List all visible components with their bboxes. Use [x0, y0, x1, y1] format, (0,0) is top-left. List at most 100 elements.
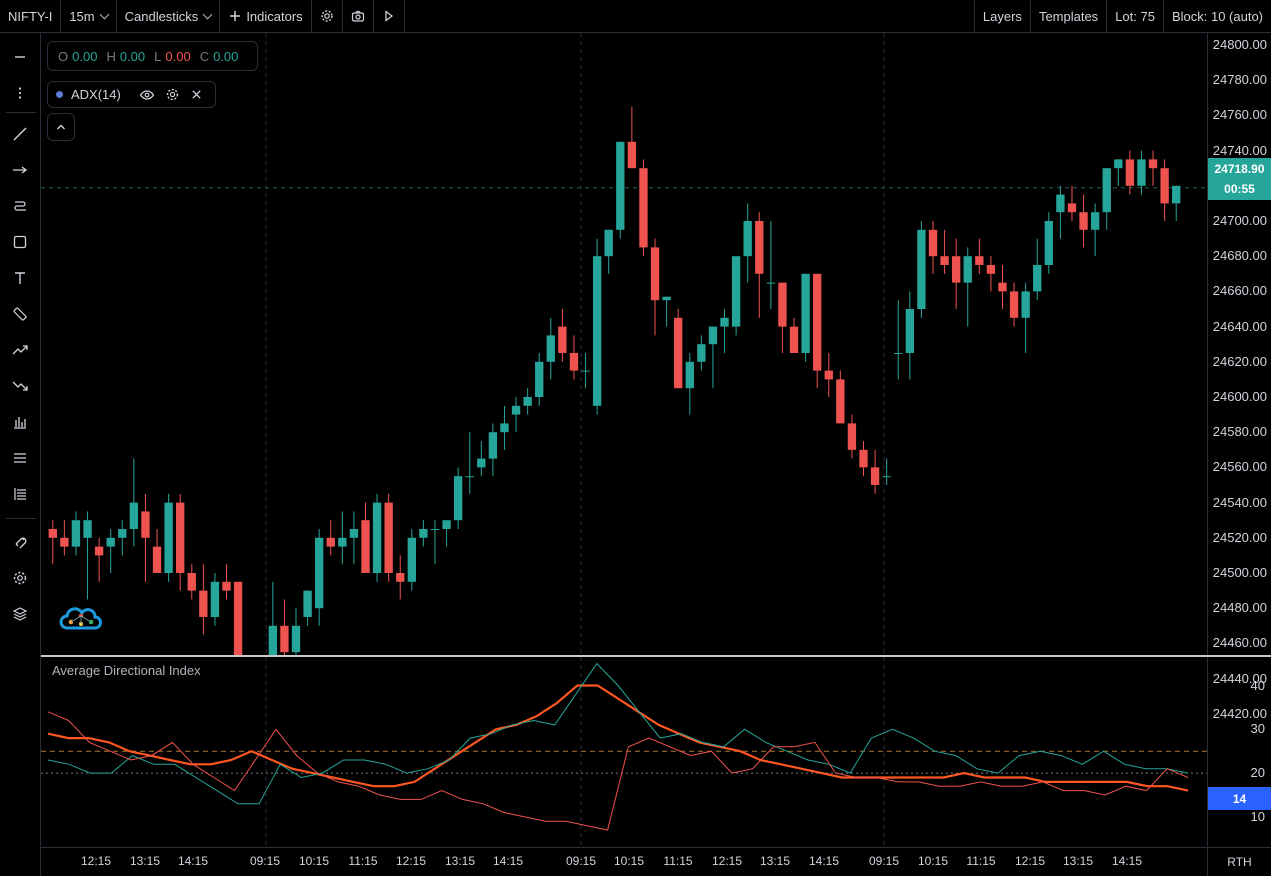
candle-body: [951, 256, 961, 283]
more-vertical-icon[interactable]: [10, 83, 30, 103]
templates-button[interactable]: Templates: [1029, 0, 1106, 32]
candle-body: [731, 256, 741, 327]
ruler-icon[interactable]: [10, 304, 30, 324]
candle-body: [187, 573, 196, 591]
indicator-legend: ADX(14): [47, 81, 216, 108]
list-icon[interactable]: [10, 484, 30, 504]
candle-body: [407, 537, 416, 582]
last-price-tag: 24718.90 00:55: [1208, 158, 1271, 200]
price-tick-label: 24780.00: [1212, 72, 1267, 88]
gear-icon[interactable]: [10, 568, 30, 588]
rectangle-icon[interactable]: [10, 232, 30, 252]
candle-body: [442, 520, 451, 529]
candle-body: [419, 529, 428, 538]
indicators-button[interactable]: Indicators: [220, 0, 312, 32]
drawing-toolbar: [0, 33, 41, 876]
candle-body: [581, 370, 590, 372]
replay-button[interactable]: [374, 0, 405, 32]
candle-body: [199, 590, 208, 617]
lot-label: Lot: 75: [1115, 8, 1155, 24]
session-toggle[interactable]: RTH: [1207, 847, 1271, 876]
last-price-value: 24718.90: [1214, 162, 1265, 176]
candle-body: [766, 282, 776, 284]
block-label: Block: 10 (auto): [1171, 8, 1263, 24]
trend-up-icon[interactable]: [10, 340, 30, 360]
candle-body: [963, 256, 972, 283]
low-label: L: [154, 48, 162, 64]
top-toolbar: NIFTY-I 15m Candlesticks Indicators Laye…: [0, 0, 1271, 33]
screenshot-button[interactable]: [343, 0, 374, 32]
candle-body: [1114, 159, 1123, 169]
price-tick-label: 24560.00: [1212, 459, 1267, 475]
high-value: 0.00: [119, 48, 146, 64]
lot-selector[interactable]: Lot: 75: [1106, 0, 1163, 32]
candle-body: [1009, 291, 1019, 318]
candle-body: [674, 317, 683, 389]
adx-chart[interactable]: [41, 657, 1207, 847]
di-minus-line: [47, 711, 1189, 831]
indicator-tick-label: 20: [1250, 765, 1265, 781]
candle-body: [338, 537, 347, 547]
block-selector[interactable]: Block: 10 (auto): [1162, 0, 1271, 32]
candle-body: [361, 520, 370, 573]
time-tick-label: 13:15: [129, 854, 161, 868]
indicator-pane-title: Average Directional Index: [52, 663, 201, 678]
trend-line-icon[interactable]: [10, 124, 30, 144]
gear-icon[interactable]: [165, 87, 180, 102]
layers-icon[interactable]: [10, 604, 30, 624]
price-tick-label: 24580.00: [1212, 424, 1267, 440]
ray-arrow-icon[interactable]: [10, 160, 30, 180]
time-tick-label: 10:15: [298, 854, 330, 868]
cloud-logo: [59, 607, 102, 630]
candle-body: [720, 317, 729, 327]
candle-body: [164, 502, 173, 573]
candle-body: [847, 423, 857, 450]
time-tick-label: 12:15: [1014, 854, 1046, 868]
candle-body: [662, 296, 671, 301]
candle-body: [685, 361, 694, 389]
indicator-axis[interactable]: 40 30 20 10: [1207, 657, 1271, 847]
interval-selector[interactable]: 15m: [61, 0, 117, 32]
indicator-tick-label: 10: [1250, 808, 1265, 824]
time-axis[interactable]: 12:15 13:15 14:15 09:15 10:15 11:15 12:15 13:15…: [41, 847, 1207, 876]
time-tick-label: 13:15: [444, 854, 476, 868]
eye-icon[interactable]: [139, 87, 155, 103]
candle-body: [813, 273, 822, 371]
candle-body: [1137, 159, 1146, 186]
settings-button[interactable]: [312, 0, 343, 32]
close-icon[interactable]: [190, 88, 203, 101]
candlestick-chart[interactable]: [41, 33, 1207, 655]
price-axis[interactable]: 24800.0024780.0024760.0024740.0024720.00…: [1207, 33, 1271, 721]
trend-down-icon[interactable]: [10, 376, 30, 396]
indicator-tick-label: 30: [1250, 721, 1265, 737]
time-tick-label: 10:15: [917, 854, 949, 868]
text-tool-icon[interactable]: [10, 268, 30, 288]
candle-body: [268, 625, 278, 655]
candle-body: [894, 353, 903, 354]
price-tick-label: 24480.00: [1212, 600, 1267, 616]
open-label: O: [58, 48, 69, 64]
collapse-legend-button[interactable]: [47, 113, 75, 141]
chart-type-selector[interactable]: Candlesticks: [117, 0, 221, 32]
symbol-selector[interactable]: NIFTY-I: [0, 0, 62, 32]
camera-icon: [351, 10, 364, 22]
menu-lines-icon[interactable]: [10, 448, 30, 468]
candle-body: [824, 370, 833, 380]
minimize-icon[interactable]: [10, 47, 30, 67]
candle-body: [1090, 212, 1100, 230]
play-icon: [385, 10, 393, 22]
bar-chart-icon[interactable]: [10, 412, 30, 432]
candle-body: [511, 405, 521, 415]
candle-body: [1044, 221, 1053, 265]
candle-body: [523, 397, 532, 406]
candle-body: [314, 537, 324, 609]
time-tick-label: 11:15: [348, 854, 378, 868]
candle-body: [326, 537, 335, 547]
path-tool-icon[interactable]: [10, 196, 30, 216]
layers-button[interactable]: Layers: [973, 0, 1030, 32]
candle-body: [697, 344, 706, 362]
magnet-icon[interactable]: [10, 532, 30, 552]
candle-body: [535, 361, 544, 397]
indicator-name[interactable]: ADX(14): [71, 87, 121, 102]
